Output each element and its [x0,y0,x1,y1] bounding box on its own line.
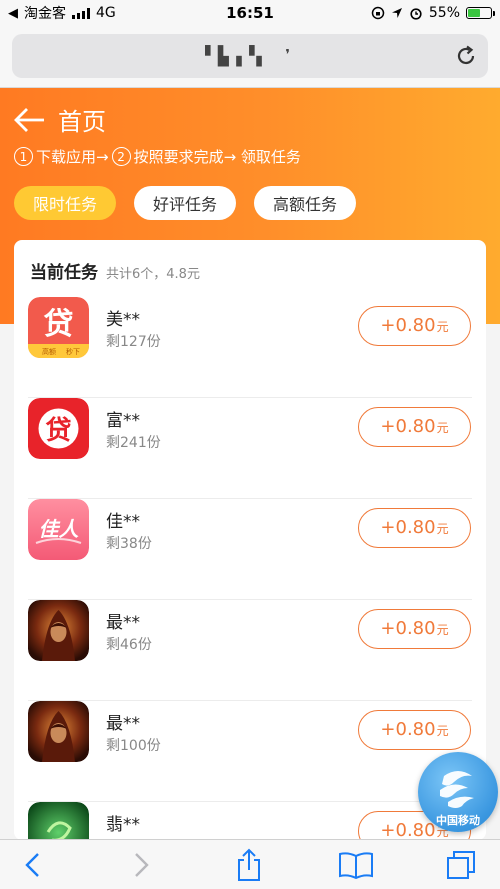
tab-good-review[interactable]: 好评任务 [134,186,237,220]
reward-amount: +0.80 [380,517,436,538]
rotation-lock-icon [371,6,385,20]
task-remaining: 剩38份 [106,536,152,552]
task-row[interactable]: 贷 高额 秒下 美** 剩127份 +0.80 元 [14,297,486,398]
reward-amount: +0.80 [380,719,436,740]
battery-percent: 55% [428,5,460,21]
reload-icon[interactable] [454,44,478,68]
task-remaining: 剩127份 [106,334,161,350]
task-name: 翡** [106,815,140,835]
reward-amount: +0.80 [380,416,436,437]
task-row[interactable]: 佳人 佳** 剩38份 +0.80 元 [14,499,486,600]
task-remaining: 剩100份 [106,738,161,754]
task-name: 富** [106,411,140,431]
bookmarks-button[interactable] [336,850,376,880]
svg-text:秒下: 秒下 [66,347,80,356]
task-remaining: 剩46份 [106,637,152,653]
task-remaining: 剩241份 [106,435,161,451]
status-bar: ◀ 淘金客 4G 16:51 55% [0,0,500,26]
svg-text:贷: 贷 [45,415,71,446]
loan-red-app-icon: 贷 [28,398,89,459]
bookmarks-icon [339,852,373,879]
signal-icon [72,7,90,19]
step-1-text: 下载应用→ [36,148,109,166]
reward-button[interactable]: +0.80 元 [358,508,471,548]
task-name: 最** [106,714,140,734]
back-arrow-icon[interactable] [14,107,46,133]
browser-toolbar [0,839,500,889]
address-bar[interactable]: ▘▙▗▝▖ ❜ [12,34,488,78]
card-header: 当前任务 共计6个，4.8元 [30,258,200,283]
task-tabs: 限时任务 好评任务 高额任务 [14,186,357,220]
reward-button[interactable]: +0.80 元 [358,609,471,649]
svg-text:高额: 高额 [42,347,56,356]
battery-icon [466,7,495,19]
reward-unit: 元 [436,320,449,334]
forward-button[interactable] [124,850,158,880]
tabs-icon [447,851,475,879]
network-label: 4G [96,5,116,21]
back-button[interactable] [16,850,50,880]
reward-amount: +0.80 [380,618,436,639]
location-icon [391,8,402,18]
task-name: 美** [106,310,140,330]
task-row[interactable]: 最** 剩100份 +0.80 元 [14,701,486,802]
tab-high-amount[interactable]: 高额任务 [254,186,357,220]
title-row: 首页 [14,102,106,137]
forward-icon [135,853,149,877]
game-app-icon [28,600,89,661]
china-mobile-badge[interactable]: 中国移动 [418,752,498,832]
carrier-label: 淘金客 [24,6,66,22]
task-summary: 共计6个，4.8元 [106,267,200,282]
svg-text:贷: 贷 [44,307,74,342]
badge-label: 中国移动 [436,814,480,827]
tabs-button[interactable] [444,850,478,880]
step-1-number: 1 [14,147,33,166]
status-right: 55% [371,5,495,21]
jade-app-icon [28,802,89,840]
task-name: 佳** [106,512,140,532]
svg-text:佳人: 佳人 [39,517,80,541]
share-icon [238,848,260,881]
reward-unit: 元 [436,623,449,637]
task-name: 最** [106,613,140,633]
steps-guide: 1 下载应用→ 2 按照要求完成→ 领取任务 [14,146,301,167]
browser-address-area: ▘▙▗▝▖ ❜ [0,26,500,88]
reward-unit: 元 [436,724,449,738]
game-app-icon [28,701,89,762]
jiaren-app-icon: 佳人 [28,499,89,560]
loan-app-icon: 贷 高额 秒下 [28,297,89,358]
reward-unit: 元 [436,421,449,435]
page-title: 首页 [58,108,106,136]
reward-unit: 元 [436,522,449,536]
url-text: ▘▙▗▝▖ ❜ [205,45,295,67]
tab-limited-time[interactable]: 限时任务 [14,186,117,220]
task-row[interactable]: 翡** +0.80 元 [14,802,486,840]
task-row[interactable]: 贷 富** 剩241份 +0.80 元 [14,398,486,499]
back-to-app-icon[interactable]: ◀ [8,6,18,21]
reward-button[interactable]: +0.80 元 [358,710,471,750]
current-tasks-card: 当前任务 共计6个，4.8元 贷 高额 秒下 美** 剩127份 +0.80 元 … [14,240,486,840]
step-2-number: 2 [111,147,131,166]
back-icon [25,853,39,877]
share-button[interactable] [232,848,266,881]
task-row[interactable]: 最** 剩46份 +0.80 元 [14,600,486,701]
reward-button[interactable]: +0.80 元 [358,306,471,346]
card-title: 当前任务 [30,263,98,283]
status-left: ◀ 淘金客 4G [8,3,116,23]
reward-button[interactable]: +0.80 元 [358,407,471,447]
step-2-text: 按照要求完成→ 领取任务 [133,148,301,166]
alarm-icon [410,8,422,20]
reward-amount: +0.80 [380,315,436,336]
